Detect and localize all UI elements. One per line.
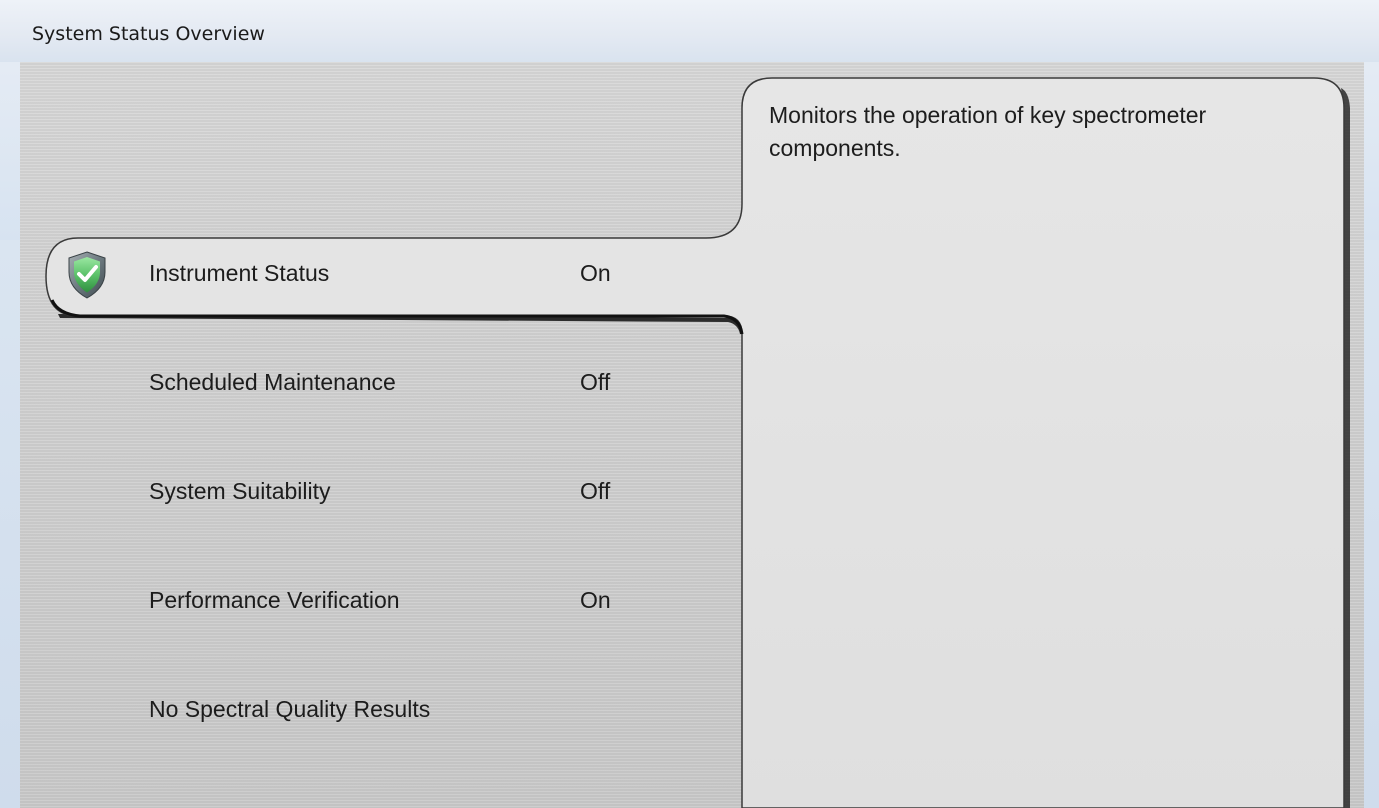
status-item-scheduled-maintenance[interactable]: Scheduled Maintenance Off (46, 347, 736, 423)
right-window-edge (1364, 240, 1379, 808)
status-item-value: On (580, 260, 611, 286)
status-item-label: Instrument Status (149, 260, 330, 286)
detail-description: Monitors the operation of key spectromet… (769, 102, 1207, 161)
title-bar: System Status Overview (0, 0, 1379, 62)
status-item-spectral-quality[interactable]: No Spectral Quality Results (46, 674, 736, 750)
status-item-value: Off (580, 478, 611, 504)
status-item-value: Off (580, 369, 611, 395)
status-item-value: On (580, 587, 611, 613)
status-item-label: Scheduled Maintenance (149, 369, 396, 395)
shield-check-icon (68, 251, 106, 299)
status-item-performance-verification[interactable]: Performance Verification On (46, 565, 736, 641)
left-window-edge (0, 240, 20, 808)
status-item-label: System Suitability (149, 478, 331, 504)
status-item-instrument-status[interactable]: Instrument Status On (46, 238, 736, 314)
status-item-label: No Spectral Quality Results (149, 696, 431, 722)
status-item-system-suitability[interactable]: System Suitability Off (46, 456, 736, 532)
status-item-label: Performance Verification (149, 587, 400, 613)
window-title: System Status Overview (32, 23, 265, 45)
status-overview-window: System Status Overview Monitors the oper… (0, 0, 1379, 808)
